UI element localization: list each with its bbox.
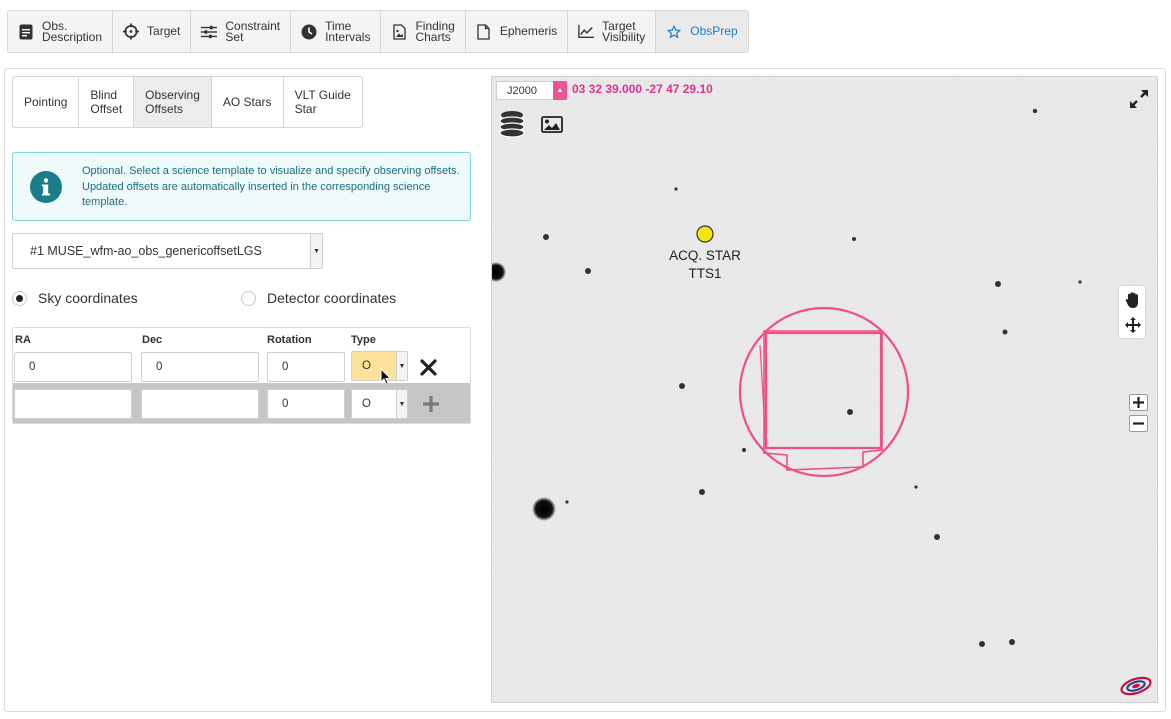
line-chart-icon xyxy=(578,24,595,40)
minus-icon xyxy=(1133,422,1144,425)
type-header: Type xyxy=(351,334,376,346)
move-tool-button[interactable] xyxy=(1122,314,1144,336)
dec-header: Dec xyxy=(142,334,163,346)
ra-input[interactable]: 0 xyxy=(14,352,132,382)
chevron-down-icon: ▼ xyxy=(396,352,407,380)
acq-star-label-text: ACQ. STAR xyxy=(669,248,741,263)
acq-star-name: TTS1 xyxy=(688,266,722,281)
plus-icon xyxy=(1133,397,1144,408)
dec-input[interactable]: 0 xyxy=(141,352,259,382)
tab-label: Obs. Description xyxy=(42,18,103,44)
dec-input-new[interactable] xyxy=(141,389,259,419)
type-value-new: O xyxy=(362,398,371,410)
clock-icon xyxy=(301,24,317,40)
subtab-blind-offset[interactable]: Blind Offset xyxy=(79,77,135,127)
chevron-down-icon: ▼ xyxy=(310,234,322,268)
ra-header: RA xyxy=(15,334,31,346)
add-offset-button[interactable] xyxy=(420,393,442,415)
chevron-updown-icon: ▲ xyxy=(553,81,567,100)
star-icon xyxy=(666,24,682,40)
document-icon xyxy=(18,24,34,40)
type-select-new[interactable]: O ▼ xyxy=(351,389,408,419)
sky-viewer[interactable]: J2000 ▲ 03 32 39.000 -27 47 29.10 ACQ. S… xyxy=(491,76,1158,703)
acq-star-label: ACQ. STAR TTS1 xyxy=(650,247,760,283)
tab-label: Ephemeris xyxy=(499,24,558,38)
pan-tool-button[interactable] xyxy=(1122,289,1144,311)
subtab-ao-stars[interactable]: AO Stars xyxy=(212,77,284,127)
tab-obsprep[interactable]: ObsPrep xyxy=(656,11,748,52)
detector-coordinates-label: Detector coordinates xyxy=(267,290,397,306)
layers-icon xyxy=(499,111,525,138)
chevron-down-icon: ▼ xyxy=(396,390,407,418)
tab-label: Finding Charts xyxy=(415,18,455,44)
tab-target-visibility[interactable]: Target Visibility xyxy=(568,11,657,52)
science-template-select[interactable]: #1 MUSE_wfm-ao_obs_genericoffsetLGS ▼ xyxy=(12,233,323,269)
delete-offset-button[interactable] xyxy=(417,356,439,378)
acq-star-marker xyxy=(696,225,714,243)
coordinate-frame-value: J2000 xyxy=(507,84,537,97)
rotation-input-new[interactable]: 0 xyxy=(267,389,345,419)
zoom-in-button[interactable] xyxy=(1129,394,1148,411)
tab-obs-description[interactable]: Obs. Description xyxy=(8,11,114,52)
image-icon xyxy=(541,115,563,133)
aladin-logo xyxy=(1119,674,1153,698)
viewer-tools xyxy=(1118,285,1146,339)
subtab-vlt-guide-star[interactable]: VLT Guide Star xyxy=(284,77,362,127)
detector-coordinates-radio[interactable] xyxy=(241,290,256,306)
tab-label: Time Intervals xyxy=(325,18,371,44)
rotation-header: Rotation xyxy=(267,334,312,346)
fullscreen-button[interactable] xyxy=(1128,88,1150,110)
offsets-table: RA Dec Rotation Type 0 0 0 O ▼ 0 O ▼ xyxy=(12,327,471,424)
sky-coordinates-label: Sky coordinates xyxy=(38,290,138,306)
tab-label: Target Visibility xyxy=(602,18,646,44)
info-text: Optional. Select a science template to v… xyxy=(82,165,460,208)
obsprep-sub-tabs: Pointing Blind Offset Observing Offsets … xyxy=(12,76,363,128)
plus-icon xyxy=(423,396,439,412)
image-survey-button[interactable] xyxy=(540,114,564,134)
tab-ephemeris[interactable]: Ephemeris xyxy=(465,11,569,52)
sky-coordinates-option[interactable]: Sky coordinates xyxy=(12,290,138,306)
tab-label: Target xyxy=(147,24,181,38)
expand-icon xyxy=(1130,90,1148,108)
science-template-value: #1 MUSE_wfm-ao_obs_genericoffsetLGS xyxy=(30,244,262,258)
file-image-icon xyxy=(391,23,407,40)
detector-coordinates-option[interactable]: Detector coordinates xyxy=(241,290,396,306)
subtab-pointing[interactable]: Pointing xyxy=(13,77,80,127)
close-icon xyxy=(419,358,437,376)
sky-image xyxy=(492,77,1157,702)
tab-time-intervals[interactable]: Time Intervals xyxy=(291,11,382,52)
crosshair-icon xyxy=(123,23,140,40)
zoom-out-button[interactable] xyxy=(1129,415,1148,432)
tab-label: Constraint Set xyxy=(225,18,281,44)
file-icon xyxy=(476,23,492,40)
hand-icon xyxy=(1125,292,1138,308)
coordinate-frame-select[interactable]: J2000 ▲ xyxy=(496,81,568,100)
info-message: Optional. Select a science template to v… xyxy=(12,152,471,221)
tab-finding-charts[interactable]: Finding Charts xyxy=(381,11,466,52)
galaxy-logo-icon xyxy=(1120,676,1152,696)
subtab-observing-offsets[interactable]: Observing Offsets xyxy=(134,77,212,127)
info-icon xyxy=(30,171,62,203)
sky-coordinates-radio[interactable] xyxy=(12,290,27,306)
tab-label: ObsPrep xyxy=(690,24,738,38)
cursor-coordinates: 03 32 39.000 -27 47 29.10 xyxy=(572,82,713,96)
ra-input-new[interactable] xyxy=(14,389,132,419)
move-icon xyxy=(1125,317,1141,333)
tab-target[interactable]: Target xyxy=(113,11,192,52)
sliders-icon xyxy=(201,24,218,40)
layers-button[interactable] xyxy=(498,109,526,139)
main-tabs: Obs. Description Target Constraint Set T… xyxy=(7,10,749,53)
rotation-input[interactable]: 0 xyxy=(267,352,345,382)
tab-constraint-set[interactable]: Constraint Set xyxy=(191,11,292,52)
